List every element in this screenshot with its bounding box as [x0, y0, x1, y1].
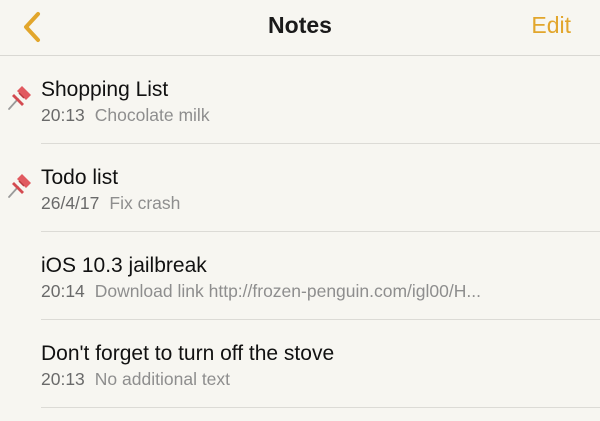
pin-icon — [8, 174, 31, 198]
note-time: 26/4/17 — [41, 193, 100, 213]
note-time: 20:14 — [41, 281, 85, 301]
note-row[interactable]: Todo list 26/4/17 Fix crash — [0, 144, 600, 232]
note-meta: 20:13 Chocolate milk — [41, 105, 561, 126]
pin-icon — [8, 86, 31, 110]
navigation-bar: Notes Edit — [0, 0, 600, 56]
note-time: 20:13 — [41, 105, 85, 125]
edit-button[interactable]: Edit — [531, 12, 571, 39]
note-preview: No additional text — [94, 369, 231, 389]
note-row[interactable]: Don't forget to turn off the stove 20:13… — [0, 320, 600, 408]
note-time: 20:13 — [41, 369, 85, 389]
note-meta: 26/4/17 Fix crash — [41, 193, 561, 214]
note-preview: Download link http://frozen-penguin.com/… — [94, 281, 481, 301]
note-title: iOS 10.3 jailbreak — [41, 254, 207, 277]
note-meta: 20:13 No additional text — [41, 369, 561, 390]
page-title: Notes — [268, 12, 332, 38]
note-row[interactable]: Shopping List 20:13 Chocolate milk — [0, 56, 600, 144]
note-title: Don't forget to turn off the stove — [41, 342, 335, 365]
note-preview: Fix crash — [109, 193, 181, 213]
note-meta: 20:14 Download link http://frozen-penguin… — [41, 281, 561, 302]
note-title: Todo list — [41, 166, 119, 189]
note-title: Shopping List — [41, 78, 169, 101]
note-row[interactable]: iOS 10.3 jailbreak 20:14 Download link ht… — [0, 232, 600, 320]
note-preview: Chocolate milk — [94, 105, 210, 125]
notes-list: Shopping List 20:13 Chocolate milk Todo l… — [0, 56, 600, 408]
